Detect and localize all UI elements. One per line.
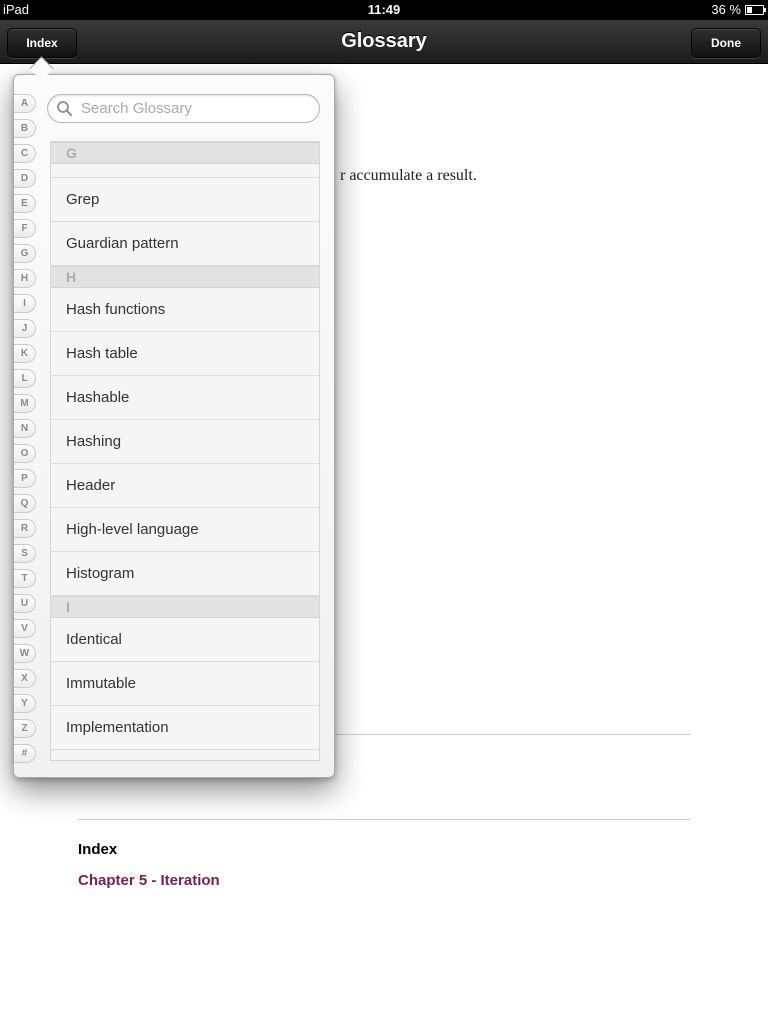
divider [78, 819, 690, 820]
glossary-term-row[interactable]: Hashable [51, 376, 319, 420]
index-heading: Index [78, 841, 118, 858]
glossary-term-row[interactable]: Hash table [51, 332, 319, 376]
alphabet-index-letter[interactable]: T [14, 569, 36, 588]
alphabet-index-letter[interactable]: A [14, 94, 36, 113]
alphabet-index-letter[interactable]: X [14, 669, 36, 688]
alphabet-index-letter[interactable]: Y [14, 694, 36, 713]
glossary-term-row[interactable]: Immutable [51, 662, 319, 706]
alphabet-index-letter[interactable]: E [14, 194, 36, 213]
ibooks-screen: iPad 11:49 36 % Index Glossary Done r ac… [0, 0, 768, 1024]
alphabet-index-letter[interactable]: K [14, 344, 36, 363]
alphabet-index-letter[interactable]: V [14, 619, 36, 638]
glossary-list[interactable]: G Grep Guardian pattern H Hash functions Hash… [50, 141, 320, 761]
alphabet-index-letter[interactable]: I [14, 294, 36, 313]
alphabet-index-letter[interactable]: B [14, 119, 36, 138]
alphabet-index-letter[interactable]: W [14, 644, 36, 663]
alphabet-index-letter[interactable]: F [14, 219, 36, 238]
search-input[interactable] [81, 95, 311, 122]
glossary-term-row[interactable]: Grep [51, 178, 319, 222]
section-header: I [51, 596, 319, 618]
section-header: H [51, 266, 319, 288]
alphabet-index-letter[interactable]: Z [14, 719, 36, 738]
battery-icon [745, 5, 766, 15]
glossary-term-row[interactable]: Histogram [51, 552, 319, 596]
search-icon [57, 101, 72, 116]
alphabet-index-letter[interactable]: D [14, 169, 36, 188]
alphabet-index-letter[interactable]: U [14, 594, 36, 613]
alphabet-index-letter[interactable]: J [14, 319, 36, 338]
page-title: Glossary [341, 30, 427, 52]
document-text: r accumulate a result. [340, 167, 477, 184]
navigation-bar: Index Glossary Done [0, 20, 768, 64]
alphabet-index-letter[interactable]: R [14, 519, 36, 538]
alphabet-index[interactable]: A B C D E F G H I J K L M N O P Q R S T U V W X Y Z # [14, 94, 40, 769]
alphabet-index-letter[interactable]: # [14, 744, 36, 763]
battery-percentage: 36 % [711, 2, 741, 17]
alphabet-index-letter[interactable]: L [14, 369, 36, 388]
glossary-term-row[interactable]: Hash functions [51, 288, 319, 332]
status-time: 11:49 [367, 2, 401, 17]
alphabet-index-letter[interactable]: H [14, 269, 36, 288]
section-header: G [51, 142, 319, 164]
glossary-term-row[interactable]: Header [51, 464, 319, 508]
alphabet-index-letter[interactable]: S [14, 544, 36, 563]
alphabet-index-letter[interactable]: P [14, 469, 36, 488]
alphabet-index-letter[interactable]: O [14, 444, 36, 463]
chapter-link[interactable]: Chapter 5 - Iteration [78, 872, 220, 889]
alphabet-index-letter[interactable]: G [14, 244, 36, 263]
search-field[interactable] [47, 94, 320, 123]
list-row-partial [51, 164, 319, 178]
glossary-term-row[interactable]: Implementation [51, 706, 319, 750]
glossary-term-row[interactable]: Guardian pattern [51, 222, 319, 266]
alphabet-index-letter[interactable]: N [14, 419, 36, 438]
alphabet-index-letter[interactable]: M [14, 394, 36, 413]
glossary-popover: ABCDEFGHIJKLMNOPQRSTUVWXYZ# GGrepGuardia… [13, 74, 335, 778]
alphabet-index-letter[interactable]: C [14, 144, 36, 163]
done-button[interactable]: Done [691, 28, 761, 58]
status-bar: iPad 11:49 36 % [0, 0, 768, 20]
glossary-term-row[interactable]: Identical [51, 618, 319, 662]
glossary-term-row[interactable]: High-level language [51, 508, 319, 552]
alphabet-index-letter[interactable]: Q [14, 494, 36, 513]
glossary-term-row[interactable]: Hashing [51, 420, 319, 464]
